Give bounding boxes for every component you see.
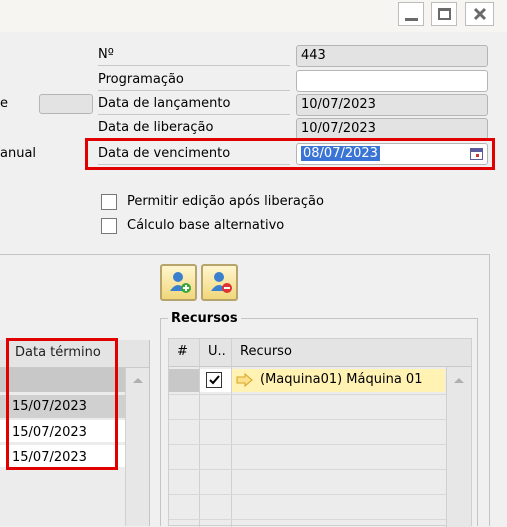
recursos-grid-header: # U.. Recurso <box>169 339 471 367</box>
minimize-icon <box>405 18 418 21</box>
recursos-frame-right <box>477 318 478 526</box>
data-termino-cell: 15/07/2023 <box>12 425 87 440</box>
group-frame-right <box>489 254 490 526</box>
field-label-data-vencimento: Data de vencimento <box>98 144 290 165</box>
group-frame-top <box>0 254 490 255</box>
recursos-scrollbar[interactable] <box>446 367 471 527</box>
data-vencimento-value: 08/07/2023 <box>301 146 380 161</box>
add-user-icon <box>170 272 191 293</box>
resource-row[interactable]: (Maquina01) Máquina 01 <box>232 369 445 392</box>
scroll-up-icon <box>133 378 143 383</box>
minimize-button[interactable] <box>398 2 424 26</box>
left-field-readonly <box>39 94 93 114</box>
remove-user-icon <box>211 272 232 293</box>
field-label-data-liberacao: Data de liberação <box>98 118 290 139</box>
data-liberacao-field: 10/07/2023 <box>296 118 488 140</box>
close-icon <box>473 7 487 21</box>
column-header-recurso: Recurso <box>240 344 292 359</box>
left-grid-scrollbar[interactable] <box>125 368 149 526</box>
calendar-icon[interactable] <box>470 148 483 160</box>
remove-resource-button[interactable] <box>201 264 238 301</box>
link-arrow-icon[interactable] <box>236 373 254 387</box>
scroll-up-icon <box>454 378 464 383</box>
maximize-icon <box>438 8 451 20</box>
row-number-cell[interactable] <box>169 369 199 392</box>
partial-label-manual: anual <box>0 146 37 161</box>
calculo-base-checkbox[interactable] <box>101 218 117 234</box>
resource-use-cell[interactable] <box>200 369 231 392</box>
partial-label-e: e <box>0 96 8 111</box>
permitir-edicao-checkbox[interactable] <box>101 194 117 210</box>
programacao-field[interactable] <box>296 70 488 92</box>
add-resource-button[interactable] <box>160 264 197 301</box>
field-label-numero: Nº <box>98 45 290 66</box>
calculo-base-label: Cálculo base alternativo <box>127 218 285 233</box>
permitir-edicao-label: Permitir edição após liberação <box>127 194 324 209</box>
numero-field: 443 <box>296 45 488 67</box>
data-vencimento-field[interactable]: 08/07/2023 <box>296 143 488 165</box>
column-header-data-termino: Data término <box>15 345 101 360</box>
data-lancamento-field: 10/07/2023 <box>296 94 488 116</box>
close-button[interactable] <box>465 2 494 26</box>
maximize-button[interactable] <box>431 2 457 26</box>
resource-use-checkbox[interactable] <box>206 372 222 388</box>
column-header-u: U.. <box>208 344 226 359</box>
recursos-title: Recursos <box>168 309 241 329</box>
resource-name: (Maquina01) Máquina 01 <box>260 372 423 387</box>
data-termino-cell: 15/07/2023 <box>12 399 87 414</box>
field-label-data-lancamento: Data de lançamento <box>98 94 290 115</box>
field-label-programacao: Programação <box>98 70 290 91</box>
checkmark-icon <box>209 375 220 385</box>
data-termino-cell: 15/07/2023 <box>12 450 87 465</box>
recursos-frame-left <box>160 318 161 526</box>
recursos-grid: # U.. Recurso (Maquina01) Máquina 01 <box>168 338 472 527</box>
column-header-number: # <box>177 344 188 359</box>
